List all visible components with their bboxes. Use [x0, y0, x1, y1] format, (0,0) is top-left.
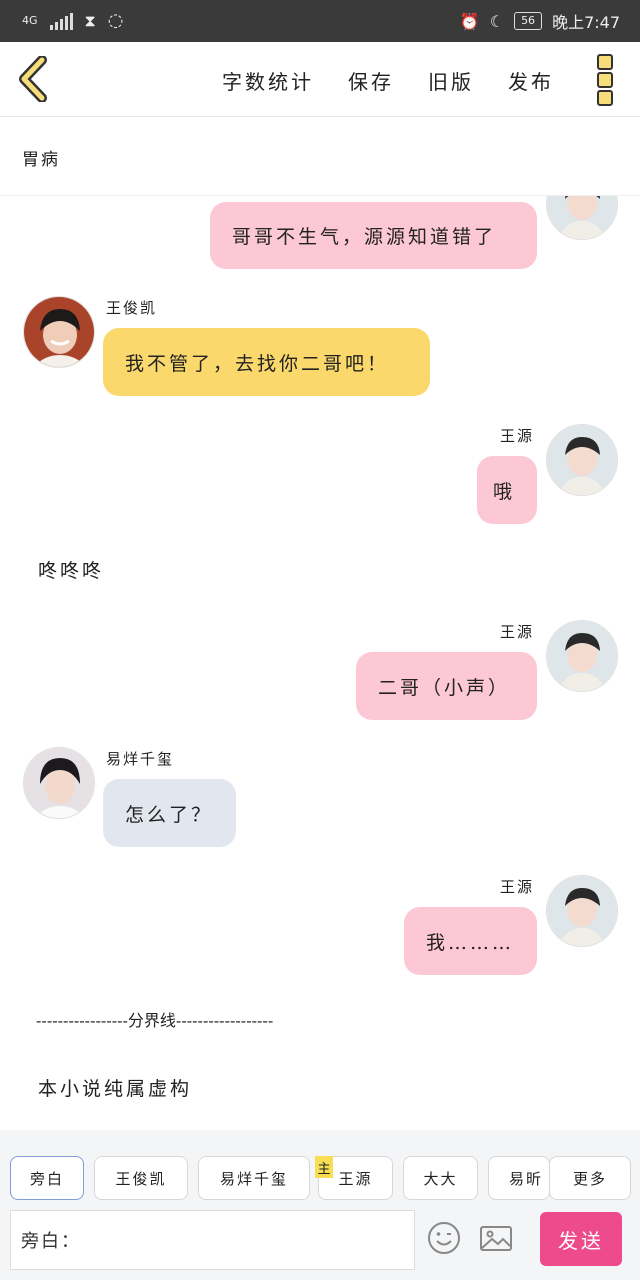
more-characters-button[interactable]: 更多 [549, 1156, 631, 1200]
clock-time: 晚上7:47 [552, 13, 620, 32]
divider-text[interactable]: -----------------分界线------------------ [36, 1007, 273, 1031]
word-count-button[interactable]: 字数统计 [222, 66, 314, 95]
send-button[interactable]: 发送 [540, 1212, 622, 1266]
avatar-wangyuan[interactable] [546, 424, 618, 496]
status-bar: 4G ⧗ ◌ ⏰ ☾ 56 晚上7:47 [0, 0, 640, 42]
publish-button[interactable]: 发布 [508, 66, 554, 95]
character-chip-narrator[interactable]: 旁白 [10, 1156, 84, 1200]
character-chip[interactable]: 王俊凯 [94, 1156, 188, 1200]
sync-icon: ◌ [107, 10, 124, 31]
editor-toolbar: 字数统计 保存 旧版 发布 [0, 42, 640, 117]
message-bubble[interactable]: 哥哥不生气，源源知道错了 [210, 202, 537, 269]
more-menu-icon[interactable] [597, 54, 615, 106]
message-bubble[interactable]: 怎么了？ [103, 779, 236, 847]
speaker-name: 王源 [500, 427, 535, 445]
message-bubble[interactable]: 哦 [477, 456, 537, 524]
story-title-row[interactable]: 胃病 [0, 117, 640, 196]
character-chip[interactable]: 大大 [403, 1156, 478, 1200]
signal-icon [49, 12, 73, 30]
character-chip[interactable]: 易昕 [488, 1156, 550, 1200]
image-icon[interactable] [478, 1220, 518, 1260]
avatar-wangyuan[interactable] [546, 196, 618, 240]
narration-text[interactable]: 咚咚咚 [38, 556, 104, 583]
avatar-yiyangqianxi[interactable] [23, 747, 95, 819]
chevron-left-icon [19, 55, 47, 103]
alarm-icon: ⏰ [459, 11, 480, 31]
speaker-name: 王俊凯 [106, 299, 158, 317]
emoji-icon[interactable] [426, 1220, 466, 1260]
old-version-button[interactable]: 旧版 [428, 66, 474, 95]
save-button[interactable]: 保存 [348, 66, 394, 95]
avatar-wangyuan[interactable] [546, 620, 618, 692]
hourglass-icon: ⧗ [84, 10, 96, 30]
speaker-name: 王源 [500, 878, 535, 896]
avatar-wangjunkai[interactable] [23, 296, 95, 368]
message-bubble[interactable]: 我……… [404, 907, 537, 975]
avatar-wangyuan[interactable] [546, 875, 618, 947]
chat-area[interactable]: 哥哥不生气，源源知道错了 王俊凯 我不管了，去找你二哥吧！ 王源 哦 咚咚咚 王… [0, 196, 640, 1130]
input-panel: 旁白 王俊凯 易烊千玺 主 王源 大大 易昕 更多 旁白： 发送 [0, 1130, 640, 1280]
speaker-name: 易烊千玺 [106, 750, 175, 768]
message-input[interactable]: 旁白： [10, 1210, 415, 1270]
main-character-badge: 主 [315, 1156, 333, 1178]
character-chip[interactable]: 易烊千玺 [198, 1156, 310, 1200]
message-bubble[interactable]: 二哥（小声） [356, 652, 537, 720]
message-bubble[interactable]: 我不管了，去找你二哥吧！ [103, 328, 430, 396]
back-button[interactable] [14, 55, 54, 103]
moon-icon: ☾ [489, 11, 505, 31]
battery-icon: 56 [514, 12, 543, 30]
story-title: 胃病 [22, 150, 60, 170]
narration-text[interactable]: 本小说纯属虚构 [38, 1074, 192, 1101]
network-label: 4G [22, 14, 38, 27]
speaker-name: 王源 [500, 623, 535, 641]
